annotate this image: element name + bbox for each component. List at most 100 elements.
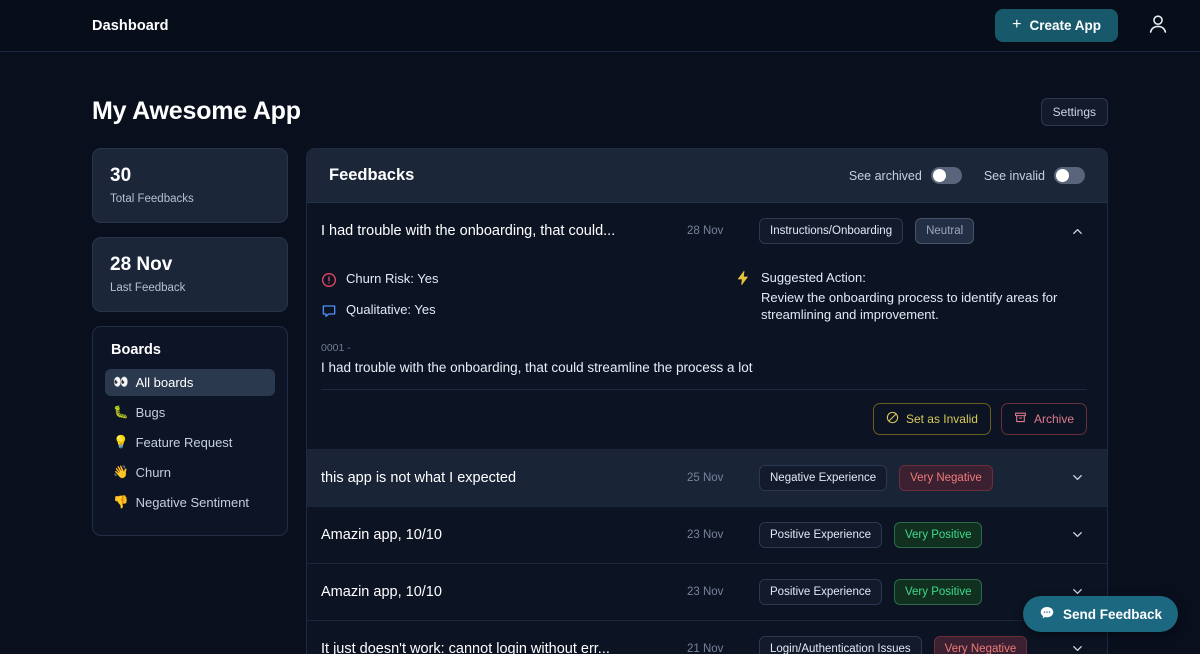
feedback-row-header[interactable]: It just doesn't work: cannot login witho… <box>307 621 1107 654</box>
feedback-quote-id: 0001 - <box>321 342 1087 354</box>
feedback-sentiment-badge: Very Negative <box>899 465 993 491</box>
bug-icon: 🐛 <box>113 406 129 419</box>
feedback-category-tag: Login/Authentication Issues <box>759 636 922 654</box>
eyes-icon: 👀 <box>113 376 129 389</box>
feedback-sentiment-badge: Neutral <box>915 218 974 244</box>
archive-box-icon <box>1014 411 1027 427</box>
alert-circle-icon <box>321 272 337 288</box>
feedback-date: 28 Nov <box>687 225 745 237</box>
feedback-title: this app is not what I expected <box>321 470 673 486</box>
archive-button[interactable]: Archive <box>1001 403 1087 435</box>
sidebar-item-negative-sentiment[interactable]: 👎 Negative Sentiment <box>105 489 275 516</box>
chat-bubble-icon <box>1039 605 1055 624</box>
toggle-switch-icon[interactable] <box>1054 167 1085 184</box>
chevron-down-icon[interactable] <box>1067 468 1087 488</box>
suggested-action-body: Review the onboarding process to identif… <box>761 289 1087 324</box>
page-title: My Awesome App <box>92 97 301 126</box>
feedback-row: Amazin app, 10/10 23 Nov Positive Experi… <box>307 564 1107 621</box>
top-navbar: Dashboard + Create App <box>0 0 1200 52</box>
sidebar-item-label: All boards <box>136 375 194 390</box>
feedback-category-tag: Positive Experience <box>759 579 882 605</box>
topnav-actions: + Create App <box>995 9 1172 42</box>
feedback-date: 25 Nov <box>687 472 745 484</box>
boards-card: Boards 👀 All boards 🐛 Bugs 💡 Feature Req… <box>92 326 288 536</box>
send-feedback-label: Send Feedback <box>1063 607 1162 622</box>
see-archived-label: See archived <box>849 169 922 183</box>
see-archived-toggle[interactable]: See archived <box>849 167 962 184</box>
user-icon <box>1146 12 1170 39</box>
feedback-quote-text: I had trouble with the onboarding, that … <box>321 360 1087 375</box>
feedback-sentiment-badge: Very Positive <box>894 522 982 548</box>
feedback-badges: Negative Experience Very Negative <box>759 465 1053 491</box>
feedback-row: It just doesn't work: cannot login witho… <box>307 621 1107 654</box>
suggested-action-heading: Suggested Action: <box>761 269 1087 287</box>
churn-risk-label: Churn Risk: Yes <box>346 271 439 286</box>
toggle-switch-icon[interactable] <box>931 167 962 184</box>
stat-value: 28 Nov <box>110 254 270 276</box>
feedback-row-body: Churn Risk: Yes Qualitative: Yes <box>307 259 1107 449</box>
set-as-invalid-button[interactable]: Set as Invalid <box>873 403 991 435</box>
feedback-sentiment-badge: Very Negative <box>934 636 1028 654</box>
set-as-invalid-label: Set as Invalid <box>906 412 978 426</box>
feedback-badges: Login/Authentication Issues Very Negativ… <box>759 636 1053 654</box>
sidebar-item-churn[interactable]: 👋 Churn <box>105 459 275 486</box>
feedback-flags: Churn Risk: Yes Qualitative: Yes <box>321 269 705 324</box>
feedback-badges: Positive Experience Very Positive <box>759 522 1053 548</box>
see-invalid-label: See invalid <box>984 169 1045 183</box>
feedback-row-expanded: I had trouble with the onboarding, that … <box>307 203 1107 450</box>
topnav-title: Dashboard <box>92 18 169 34</box>
sidebar-item-label: Churn <box>136 465 171 480</box>
page-header: My Awesome App Settings <box>92 52 1108 148</box>
suggested-action-block: Suggested Action: Review the onboarding … <box>735 269 1087 324</box>
feedback-row-actions: Set as Invalid Archive <box>321 390 1087 449</box>
stat-label: Total Feedbacks <box>110 193 270 205</box>
send-feedback-button[interactable]: Send Feedback <box>1023 596 1178 632</box>
main-layout: 30 Total Feedbacks 28 Nov Last Feedback … <box>92 148 1108 654</box>
feedback-title: I had trouble with the onboarding, that … <box>321 223 673 239</box>
feedback-row: Amazin app, 10/10 23 Nov Positive Experi… <box>307 507 1107 564</box>
feedback-row: this app is not what I expected 25 Nov N… <box>307 450 1107 507</box>
slash-circle-icon <box>886 411 899 427</box>
sidebar-item-feature-request[interactable]: 💡 Feature Request <box>105 429 275 456</box>
feedback-category-tag: Instructions/Onboarding <box>759 218 903 244</box>
feedbacks-panel-header: Feedbacks See archived See invalid <box>307 149 1107 203</box>
sidebar-item-label: Bugs <box>136 405 166 420</box>
panel-title: Feedbacks <box>329 166 414 185</box>
chevron-up-icon[interactable] <box>1067 221 1087 241</box>
panel-filters: See archived See invalid <box>849 167 1085 184</box>
feedback-title: Amazin app, 10/10 <box>321 584 673 600</box>
feedback-title: It just doesn't work: cannot login witho… <box>321 641 673 654</box>
see-invalid-toggle[interactable]: See invalid <box>984 167 1085 184</box>
user-account-button[interactable] <box>1144 12 1172 40</box>
lightning-bolt-icon <box>735 270 751 286</box>
feedback-category-tag: Positive Experience <box>759 522 882 548</box>
feedback-date: 23 Nov <box>687 529 745 541</box>
feedback-date: 21 Nov <box>687 643 745 654</box>
chevron-down-icon[interactable] <box>1067 639 1087 654</box>
feedback-row-header[interactable]: Amazin app, 10/10 23 Nov Positive Experi… <box>307 507 1107 563</box>
sidebar-item-all-boards[interactable]: 👀 All boards <box>105 369 275 396</box>
suggested-action-text: Suggested Action: Review the onboarding … <box>761 269 1087 324</box>
feedback-category-tag: Negative Experience <box>759 465 887 491</box>
feedback-date: 23 Nov <box>687 586 745 598</box>
feedback-title: Amazin app, 10/10 <box>321 527 673 543</box>
sidebar-item-label: Negative Sentiment <box>136 495 249 510</box>
feedback-row-header[interactable]: Amazin app, 10/10 23 Nov Positive Experi… <box>307 564 1107 620</box>
feedback-row-header[interactable]: this app is not what I expected 25 Nov N… <box>307 450 1107 506</box>
churn-risk-line: Churn Risk: Yes <box>321 271 705 288</box>
sidebar-item-label: Feature Request <box>136 435 233 450</box>
stat-card-last-feedback: 28 Nov Last Feedback <box>92 237 288 312</box>
feedbacks-panel: Feedbacks See archived See invalid I had… <box>306 148 1108 654</box>
chevron-down-icon[interactable] <box>1067 525 1087 545</box>
feedback-insights: Churn Risk: Yes Qualitative: Yes <box>321 259 1087 342</box>
settings-button[interactable]: Settings <box>1041 98 1108 126</box>
feedback-quote: 0001 - I had trouble with the onboarding… <box>321 342 1087 390</box>
feedback-row-header[interactable]: I had trouble with the onboarding, that … <box>307 203 1107 259</box>
stat-label: Last Feedback <box>110 282 270 294</box>
boards-title: Boards <box>105 342 275 358</box>
stat-value: 30 <box>110 165 270 187</box>
create-app-button[interactable]: + Create App <box>995 9 1118 42</box>
message-square-icon <box>321 303 337 319</box>
sidebar-item-bugs[interactable]: 🐛 Bugs <box>105 399 275 426</box>
stat-card-total-feedbacks: 30 Total Feedbacks <box>92 148 288 223</box>
